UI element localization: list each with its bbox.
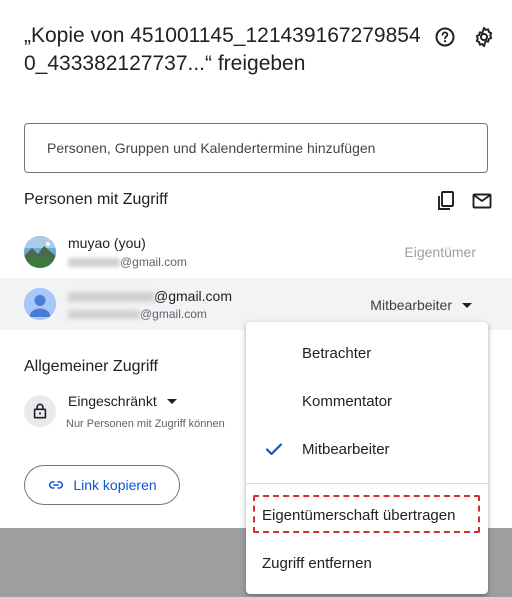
add-people-input[interactable] bbox=[45, 139, 467, 157]
person-email: @gmail.com bbox=[68, 307, 207, 321]
person-row-owner: muyao (you) @gmail.com Eigentümer bbox=[0, 226, 512, 278]
lock-icon bbox=[33, 403, 47, 419]
menu-item-commenter[interactable]: Kommentator bbox=[246, 381, 488, 421]
menu-item-viewer[interactable]: Betrachter bbox=[246, 333, 488, 373]
role-label-owner: Eigentümer bbox=[404, 244, 476, 260]
avatar bbox=[24, 288, 56, 320]
menu-item-editor[interactable]: Mitbearbeiter bbox=[246, 429, 488, 469]
landscape-avatar-image bbox=[24, 236, 56, 268]
mail-icon bbox=[472, 193, 492, 209]
add-people-field[interactable] bbox=[24, 123, 488, 173]
general-access-dropdown[interactable]: Eingeschränkt bbox=[68, 393, 177, 409]
copy-emails-button[interactable] bbox=[434, 189, 458, 213]
copy-link-button[interactable]: Link kopieren bbox=[24, 465, 180, 505]
person-icon bbox=[24, 288, 56, 320]
link-icon bbox=[49, 481, 64, 489]
menu-item-remove-access[interactable]: Zugriff entfernen bbox=[246, 543, 488, 583]
menu-item-label: Betrachter bbox=[302, 344, 372, 362]
general-access-title: Allgemeiner Zugriff bbox=[24, 358, 158, 375]
checkmark-icon bbox=[265, 443, 283, 456]
menu-item-label: Zugriff entfernen bbox=[262, 554, 372, 572]
menu-item-label: Mitbearbeiter bbox=[302, 440, 390, 458]
general-access-icon-circle bbox=[24, 395, 56, 427]
avatar bbox=[24, 236, 56, 268]
copy-link-label: Link kopieren bbox=[73, 477, 157, 493]
person-name: muyao (you) bbox=[68, 235, 146, 251]
redacted-text bbox=[68, 292, 154, 303]
menu-item-transfer-ownership[interactable]: Eigentümerschaft übertragen bbox=[246, 495, 488, 535]
menu-divider bbox=[246, 483, 488, 484]
gear-icon bbox=[475, 26, 493, 48]
people-section-title: Personen mit Zugriff bbox=[24, 191, 168, 208]
copy-icon bbox=[438, 191, 454, 210]
role-menu: Betrachter Kommentator Mitbearbeiter Eig… bbox=[246, 322, 488, 594]
general-access-description: Nur Personen mit Zugriff können bbox=[66, 418, 225, 430]
dialog-title: „Kopie von 451001145_1214391672798540_43… bbox=[24, 24, 421, 75]
settings-button[interactable] bbox=[472, 25, 496, 49]
email-people-button[interactable] bbox=[470, 189, 494, 213]
dropdown-caret-icon bbox=[462, 302, 472, 308]
help-circle-icon bbox=[435, 27, 455, 47]
role-dropdown-label: Mitbearbeiter bbox=[370, 297, 452, 313]
help-button[interactable] bbox=[433, 25, 457, 49]
dropdown-caret-icon bbox=[166, 398, 177, 404]
general-access-level: Eingeschränkt bbox=[68, 393, 157, 409]
redacted-text bbox=[68, 310, 140, 320]
person-email: @gmail.com bbox=[68, 255, 187, 269]
redacted-text bbox=[68, 258, 120, 268]
role-dropdown[interactable]: Mitbearbeiter bbox=[370, 297, 472, 313]
menu-item-label: Eigentümerschaft übertragen bbox=[262, 506, 456, 524]
person-name: @gmail.com bbox=[68, 288, 232, 304]
menu-item-label: Kommentator bbox=[302, 392, 393, 410]
